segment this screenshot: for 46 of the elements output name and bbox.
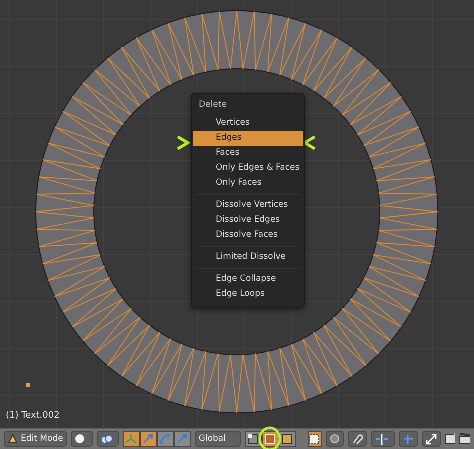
menu-item[interactable]: Dissolve Edges [193, 213, 303, 228]
menu-item[interactable]: Edges [193, 131, 303, 146]
menu-item[interactable]: Only Edges & Faces [193, 161, 303, 176]
expand-arrows-icon [426, 434, 437, 444]
scale-handle-icon [176, 433, 188, 445]
snap-dropdown[interactable] [371, 431, 395, 447]
right-chevron-icon [177, 136, 191, 150]
mesh-icon [8, 434, 18, 444]
face-select-icon [282, 434, 294, 444]
mode-dropdown[interactable]: Edit Mode [4, 431, 68, 447]
circle-icon [330, 434, 340, 444]
arc-icon [159, 433, 172, 445]
menu-item[interactable]: Dissolve Vertices [193, 198, 303, 213]
menu-item[interactable]: Vertices [193, 116, 303, 131]
menu-item[interactable]: Only Faces [193, 176, 303, 191]
manipulator-button[interactable] [174, 431, 191, 447]
menu-item[interactable]: Edge Loops [193, 287, 303, 302]
menu-item[interactable]: Limited Dissolve [193, 250, 303, 265]
orientation-dropdown[interactable]: Global [194, 431, 242, 447]
vertex-select-icon [248, 434, 260, 444]
menu-item[interactable]: Edge Collapse [193, 272, 303, 287]
render-image-icon[interactable] [444, 433, 456, 445]
manipulator-button[interactable] [156, 431, 174, 447]
manipulator-button[interactable] [122, 431, 140, 447]
select-mode-button[interactable] [279, 431, 296, 447]
axes-icon [125, 433, 138, 445]
snap-toggle[interactable] [348, 431, 368, 447]
occlude-button[interactable] [308, 431, 322, 447]
menu-title: Delete [198, 99, 228, 112]
snap-element-icon [375, 434, 390, 444]
edge-select-icon [265, 434, 276, 444]
maximize-button[interactable] [422, 431, 441, 447]
clapperboard-icon[interactable] [459, 433, 470, 445]
object-label: (1) Text.002 [6, 411, 60, 421]
pivot-dropdown[interactable] [97, 431, 119, 447]
proportional-dropdown[interactable] [326, 431, 344, 447]
sphere-icon [75, 434, 86, 444]
dotted-square-icon [309, 434, 320, 444]
left-chevron-icon [302, 136, 316, 150]
arrow-icon [142, 433, 154, 445]
menu-item[interactable]: Dissolve Faces [193, 228, 303, 243]
shading-dropdown[interactable] [71, 431, 94, 447]
manipulator-button[interactable] [140, 431, 157, 447]
menu-item[interactable]: Faces [193, 146, 303, 161]
pivot-icon [101, 434, 114, 444]
magnet-icon [352, 434, 364, 444]
